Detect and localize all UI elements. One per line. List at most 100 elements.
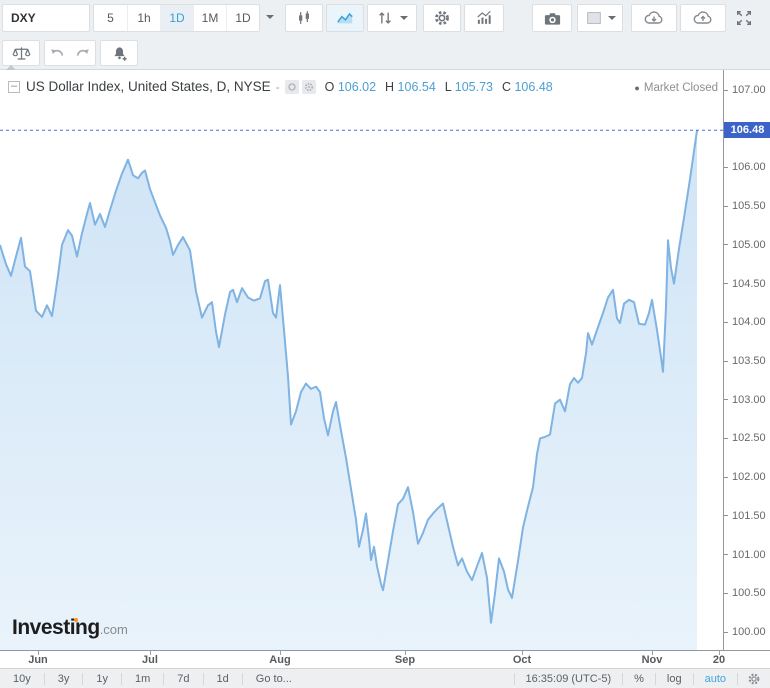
price-tick-mark	[724, 206, 728, 207]
time-tick-label: Sep	[385, 654, 425, 666]
range-group: 10y3y1y1m7d1dGo to...	[0, 673, 305, 685]
compare-style-button[interactable]	[367, 4, 417, 32]
legend-collapse-button[interactable]: –	[8, 81, 20, 93]
indicators-button[interactable]	[464, 4, 504, 32]
bottom-toolbar: 10y3y1y1m7d1dGo to... 16:35:09 (UTC-5) %…	[0, 668, 770, 688]
logo-orange-dot	[74, 618, 78, 622]
drawing-toolbar	[0, 36, 770, 70]
cloud-upload-icon	[692, 8, 714, 28]
axis-settings-button[interactable]	[738, 672, 764, 686]
price-tick-mark	[724, 90, 728, 91]
range-button-1y[interactable]: 1y	[83, 673, 121, 685]
interval-button-1d-2[interactable]: 1D	[160, 5, 193, 31]
undo-icon	[49, 45, 66, 62]
price-tick-mark	[724, 593, 728, 594]
interval-button-1d-4[interactable]: 1D	[226, 5, 259, 31]
price-tick-label: 103.00	[732, 394, 766, 406]
status-dot-icon: ●	[634, 83, 639, 93]
current-price-tag: 106.48	[724, 122, 770, 138]
price-tick-label: 102.00	[732, 471, 766, 483]
price-tick-label: 100.50	[732, 587, 766, 599]
ohlc-h: H 106.54	[385, 80, 436, 94]
chevron-down-icon	[266, 15, 274, 19]
interval-dropdown-button[interactable]	[261, 4, 279, 30]
ohlc-values: O 106.02H 106.54L 105.73C 106.48	[325, 80, 562, 94]
redo-button[interactable]	[70, 45, 95, 62]
range-button-10y[interactable]: 10y	[0, 673, 44, 685]
legend-snapshot-chip[interactable]	[285, 80, 299, 94]
price-tick-mark	[724, 399, 728, 400]
symbol-input[interactable]: DXY	[2, 4, 90, 32]
time-tick-label: Jul	[130, 654, 170, 666]
price-axis[interactable]: 106.48 107.00106.00105.50105.00104.50104…	[723, 70, 770, 650]
toolbar-collapse-arrow[interactable]	[6, 65, 16, 70]
chart-type-candlestick-button[interactable]	[285, 4, 323, 32]
time-tick-label: Oct	[502, 654, 542, 666]
area-chart-icon	[336, 9, 354, 27]
price-tick-mark	[724, 632, 728, 633]
price-tick-mark	[724, 283, 728, 284]
gear-icon	[304, 82, 314, 92]
interval-button-1m-3[interactable]: 1M	[193, 5, 226, 31]
investing-logo: Investing.com	[12, 616, 128, 640]
price-tick-label: 105.50	[732, 200, 766, 212]
time-tick-label: Jun	[18, 654, 58, 666]
bottom-right-group: 16:35:09 (UTC-5) % log auto	[514, 669, 764, 688]
chevron-down-icon	[400, 16, 408, 20]
range-button-7d[interactable]: 7d	[164, 673, 202, 685]
chart-type-area-button[interactable]	[326, 4, 364, 32]
area-fill	[0, 130, 697, 650]
range-button-1m[interactable]: 1m	[122, 673, 163, 685]
price-tick-label: 105.00	[732, 239, 766, 251]
compare-scales-button[interactable]	[2, 40, 40, 66]
fullscreen-icon	[735, 9, 753, 27]
candlestick-icon	[295, 9, 313, 27]
price-tick-mark	[724, 361, 728, 362]
ohlc-c: C 106.48	[502, 80, 553, 94]
interval-button-1h-1[interactable]: 1h	[127, 5, 160, 31]
market-status-label: Market Closed	[644, 82, 718, 94]
range-button-3y[interactable]: 3y	[45, 673, 83, 685]
snapshot-button[interactable]	[532, 4, 572, 32]
scales-icon	[12, 44, 31, 63]
fullscreen-button[interactable]	[732, 4, 756, 32]
interval-button-5-0[interactable]: 5	[94, 5, 127, 31]
ohlc-o: O 106.02	[325, 80, 376, 94]
add-alert-button[interactable]	[100, 40, 138, 66]
settings-button[interactable]	[423, 4, 461, 32]
price-tick-mark	[724, 244, 728, 245]
chart-area: – US Dollar Index, United States, D, NYS…	[0, 70, 770, 650]
save-layout-button[interactable]	[680, 4, 726, 32]
log-scale-button[interactable]: log	[656, 673, 693, 685]
percent-scale-button[interactable]: %	[623, 673, 655, 685]
range-button-1d[interactable]: 1d	[204, 673, 242, 685]
price-tick-mark	[724, 554, 728, 555]
time-axis[interactable]: Jun Jul Aug Sep Oct Nov 20	[0, 650, 770, 668]
logo-text: Investing	[12, 616, 100, 639]
gear-icon	[747, 672, 761, 686]
clock-label: 16:35:09 (UTC-5)	[515, 673, 623, 685]
price-tick-label: 103.50	[732, 355, 766, 367]
logo-tld: .com	[100, 622, 128, 637]
price-tick-mark	[724, 167, 728, 168]
camera-icon	[543, 9, 562, 28]
indicators-icon	[475, 9, 493, 27]
price-tick-mark	[724, 322, 728, 323]
time-tick-label: 20	[699, 654, 739, 666]
chevron-down-icon	[608, 16, 616, 20]
price-tick-label: 101.50	[732, 510, 766, 522]
chart-application: DXY 51h1D1M1D	[0, 0, 770, 688]
gear-icon	[433, 9, 451, 27]
auto-scale-button[interactable]: auto	[694, 673, 737, 685]
market-status: ● Market Closed	[634, 82, 718, 94]
load-layout-button[interactable]	[631, 4, 677, 32]
legend-dash: -	[276, 80, 280, 94]
price-chart-canvas[interactable]	[0, 70, 723, 650]
chart-legend: – US Dollar Index, United States, D, NYS…	[8, 79, 562, 94]
legend-settings-chip[interactable]	[302, 80, 316, 94]
time-tick-label: Nov	[632, 654, 672, 666]
layout-button[interactable]	[577, 4, 623, 32]
time-tick-label: Aug	[260, 654, 300, 666]
undo-button[interactable]	[45, 45, 70, 62]
range-button-go-to-[interactable]: Go to...	[243, 673, 305, 685]
